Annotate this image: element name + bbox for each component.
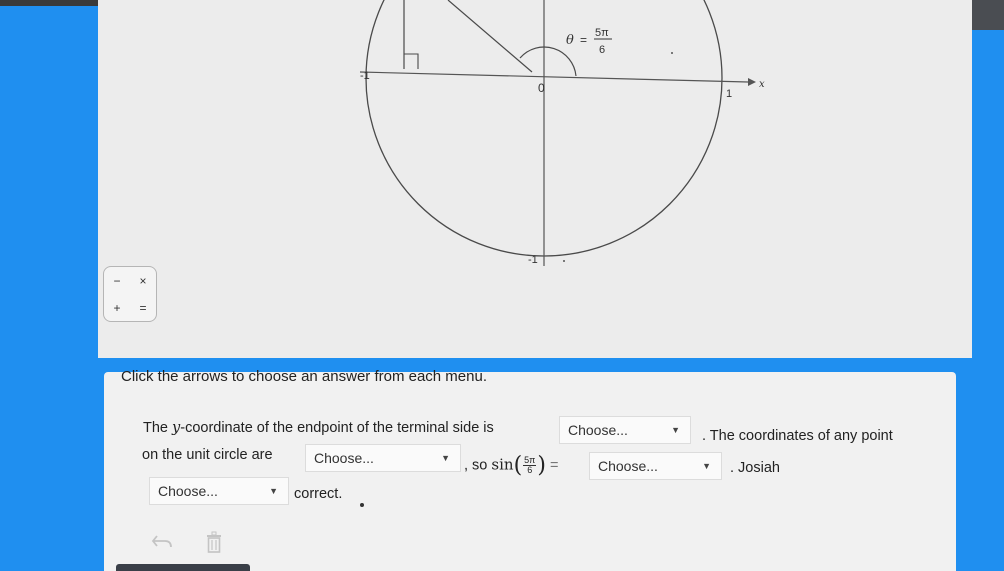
right-paren: ) (537, 453, 546, 478)
theta-label: θ (566, 33, 574, 48)
so-text: , so (464, 457, 488, 474)
terminal-side (447, 0, 533, 73)
y-coordinate-select[interactable]: Choose... ▼ (559, 416, 691, 444)
plus-key[interactable]: + (104, 294, 130, 321)
sin-fraction: 5π 6 (523, 456, 537, 475)
dot-mark (671, 52, 673, 54)
origin-label: 0 (538, 81, 545, 95)
x-axis-arrow (748, 78, 756, 86)
coordinates-select[interactable]: Choose... ▼ (305, 444, 461, 472)
sin-expression: , so sin(5π 6) = (464, 453, 558, 478)
sentence2-prefix: on the unit circle are (142, 447, 273, 463)
right-angle-marker (404, 53, 419, 69)
select4-value: Choose... (158, 483, 218, 499)
x-one-label: 1 (726, 88, 732, 100)
instruction-text: Click the arrows to choose an answer fro… (121, 368, 487, 385)
cursor-dot (360, 503, 364, 507)
sentence2-suffix: . Josiah (730, 460, 780, 476)
y-variable: y (172, 420, 181, 436)
equals-sign: = (550, 457, 559, 474)
trash-icon[interactable] (205, 531, 223, 558)
figure-panel: θ = 5π 6 -1 0 1 x -1 (98, 0, 972, 358)
sentence3-suffix: correct. (294, 486, 343, 502)
sentence1-start: The y-coordinate of the endpoint of the … (143, 420, 494, 436)
x-axis-label: x (759, 79, 765, 90)
theta-equals: = (580, 33, 587, 47)
x-neg-one-label: -1 (360, 70, 370, 82)
dot-mark (563, 260, 565, 262)
angle-numerator: 5π (595, 27, 609, 39)
select2-value: Choose... (314, 450, 374, 466)
sin-function: sin (491, 455, 514, 474)
y-neg-one-label: -1 (528, 254, 538, 266)
times-key[interactable]: × (130, 267, 156, 294)
math-keypad[interactable]: − × + = (103, 266, 157, 322)
angle-denominator: 6 (599, 44, 605, 56)
question-card: Click the arrows to choose an answer fro… (104, 368, 956, 571)
sentence1-suffix: . The coordinates of any point (702, 428, 893, 444)
unit-circle-figure: θ = 5π 6 -1 0 1 x -1 (359, 0, 765, 266)
sin-value-select[interactable]: Choose... ▼ (589, 452, 722, 480)
undo-arrow-icon[interactable] (151, 532, 173, 555)
sentence1-mid: -coordinate of the endpoint of the termi… (180, 420, 494, 436)
minus-key[interactable]: − (104, 267, 130, 294)
correctness-select[interactable]: Choose... ▼ (149, 477, 289, 505)
chevron-down-icon: ▼ (269, 486, 278, 496)
footer-strip (116, 564, 250, 571)
sentence1-prefix: The (143, 420, 168, 436)
chevron-down-icon: ▼ (702, 461, 711, 471)
sin-denominator: 6 (527, 465, 533, 475)
chevron-down-icon: ▼ (441, 453, 450, 463)
select1-value: Choose... (568, 422, 628, 438)
x-axis (359, 71, 749, 83)
equals-key[interactable]: = (130, 294, 156, 321)
chevron-down-icon: ▼ (671, 425, 680, 435)
select3-value: Choose... (598, 458, 658, 474)
left-paren: ( (513, 453, 523, 478)
angle-arc (519, 46, 577, 77)
